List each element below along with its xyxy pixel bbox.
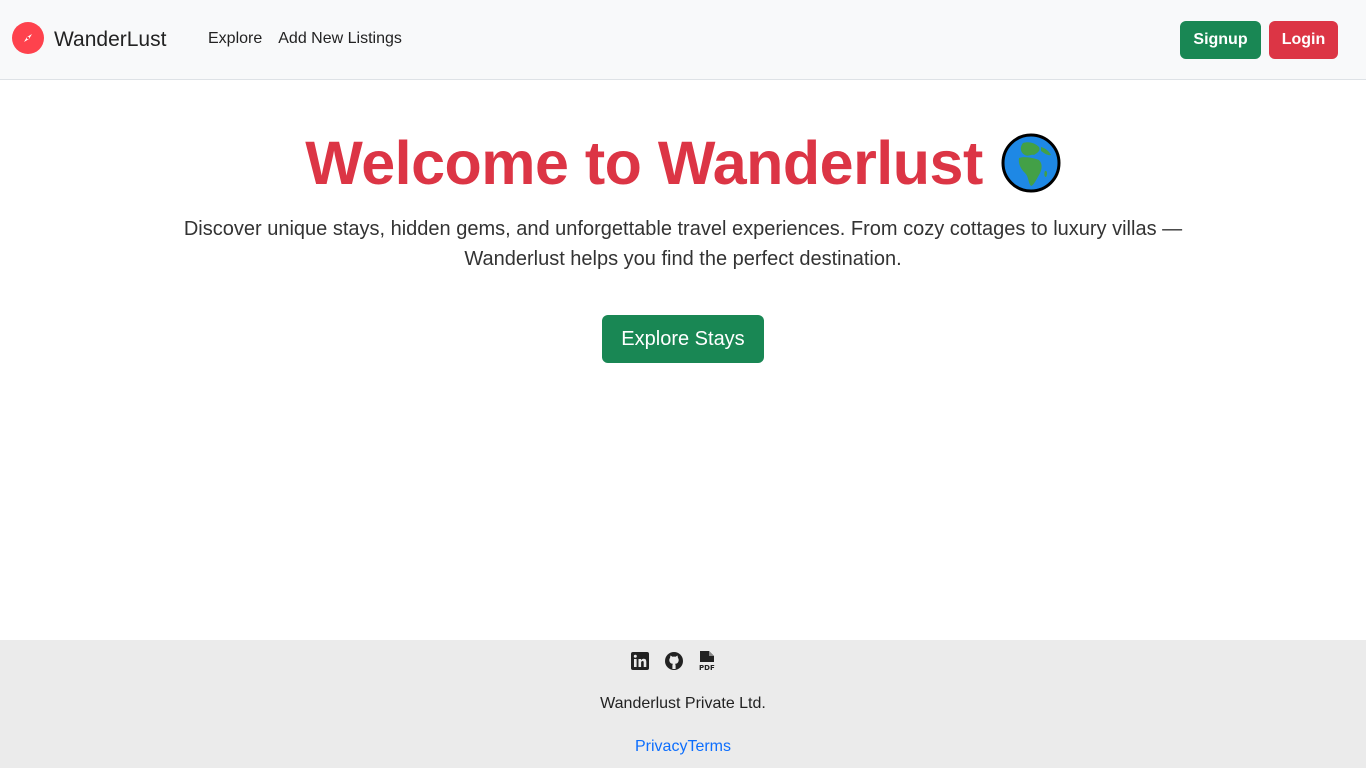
legal-links: PrivacyTerms	[0, 738, 1366, 756]
terms-link[interactable]: Terms	[687, 738, 731, 755]
brand-name: WanderLust	[54, 28, 167, 51]
login-button[interactable]: Login	[1269, 21, 1338, 59]
hero-title: Welcome to Wanderlust	[305, 129, 983, 197]
navbar: WanderLust Explore Add New Listings Sign…	[0, 0, 1366, 80]
nav-links: Explore Add New Listings	[208, 30, 402, 48]
nav-link-add-new-listings[interactable]: Add New Listings	[278, 30, 402, 48]
linkedin-icon[interactable]	[630, 650, 650, 672]
hero-subtitle: Discover unique stays, hidden gems, and …	[183, 218, 1183, 270]
nav-link-explore[interactable]: Explore	[208, 30, 262, 48]
globe-icon	[1001, 133, 1061, 193]
github-icon[interactable]	[664, 650, 684, 672]
signup-button[interactable]: Signup	[1180, 21, 1261, 59]
pdf-icon[interactable]: PDF	[698, 650, 718, 672]
company-name: Wanderlust Private Ltd.	[600, 695, 766, 712]
svg-text:PDF: PDF	[699, 664, 715, 672]
brand-link[interactable]: WanderLust	[12, 22, 166, 54]
privacy-link[interactable]: Privacy	[635, 738, 687, 755]
hero-section: Welcome to Wanderlust Discover unique st…	[0, 80, 1366, 363]
hero-title-row: Welcome to Wanderlust	[0, 130, 1366, 196]
footer: PDF Wanderlust Private Ltd. PrivacyTerms	[0, 640, 1366, 768]
social-links: PDF	[630, 650, 718, 672]
explore-stays-button[interactable]: Explore Stays	[602, 315, 764, 363]
auth-buttons: Signup Login	[1180, 21, 1338, 59]
compass-icon	[12, 22, 44, 54]
